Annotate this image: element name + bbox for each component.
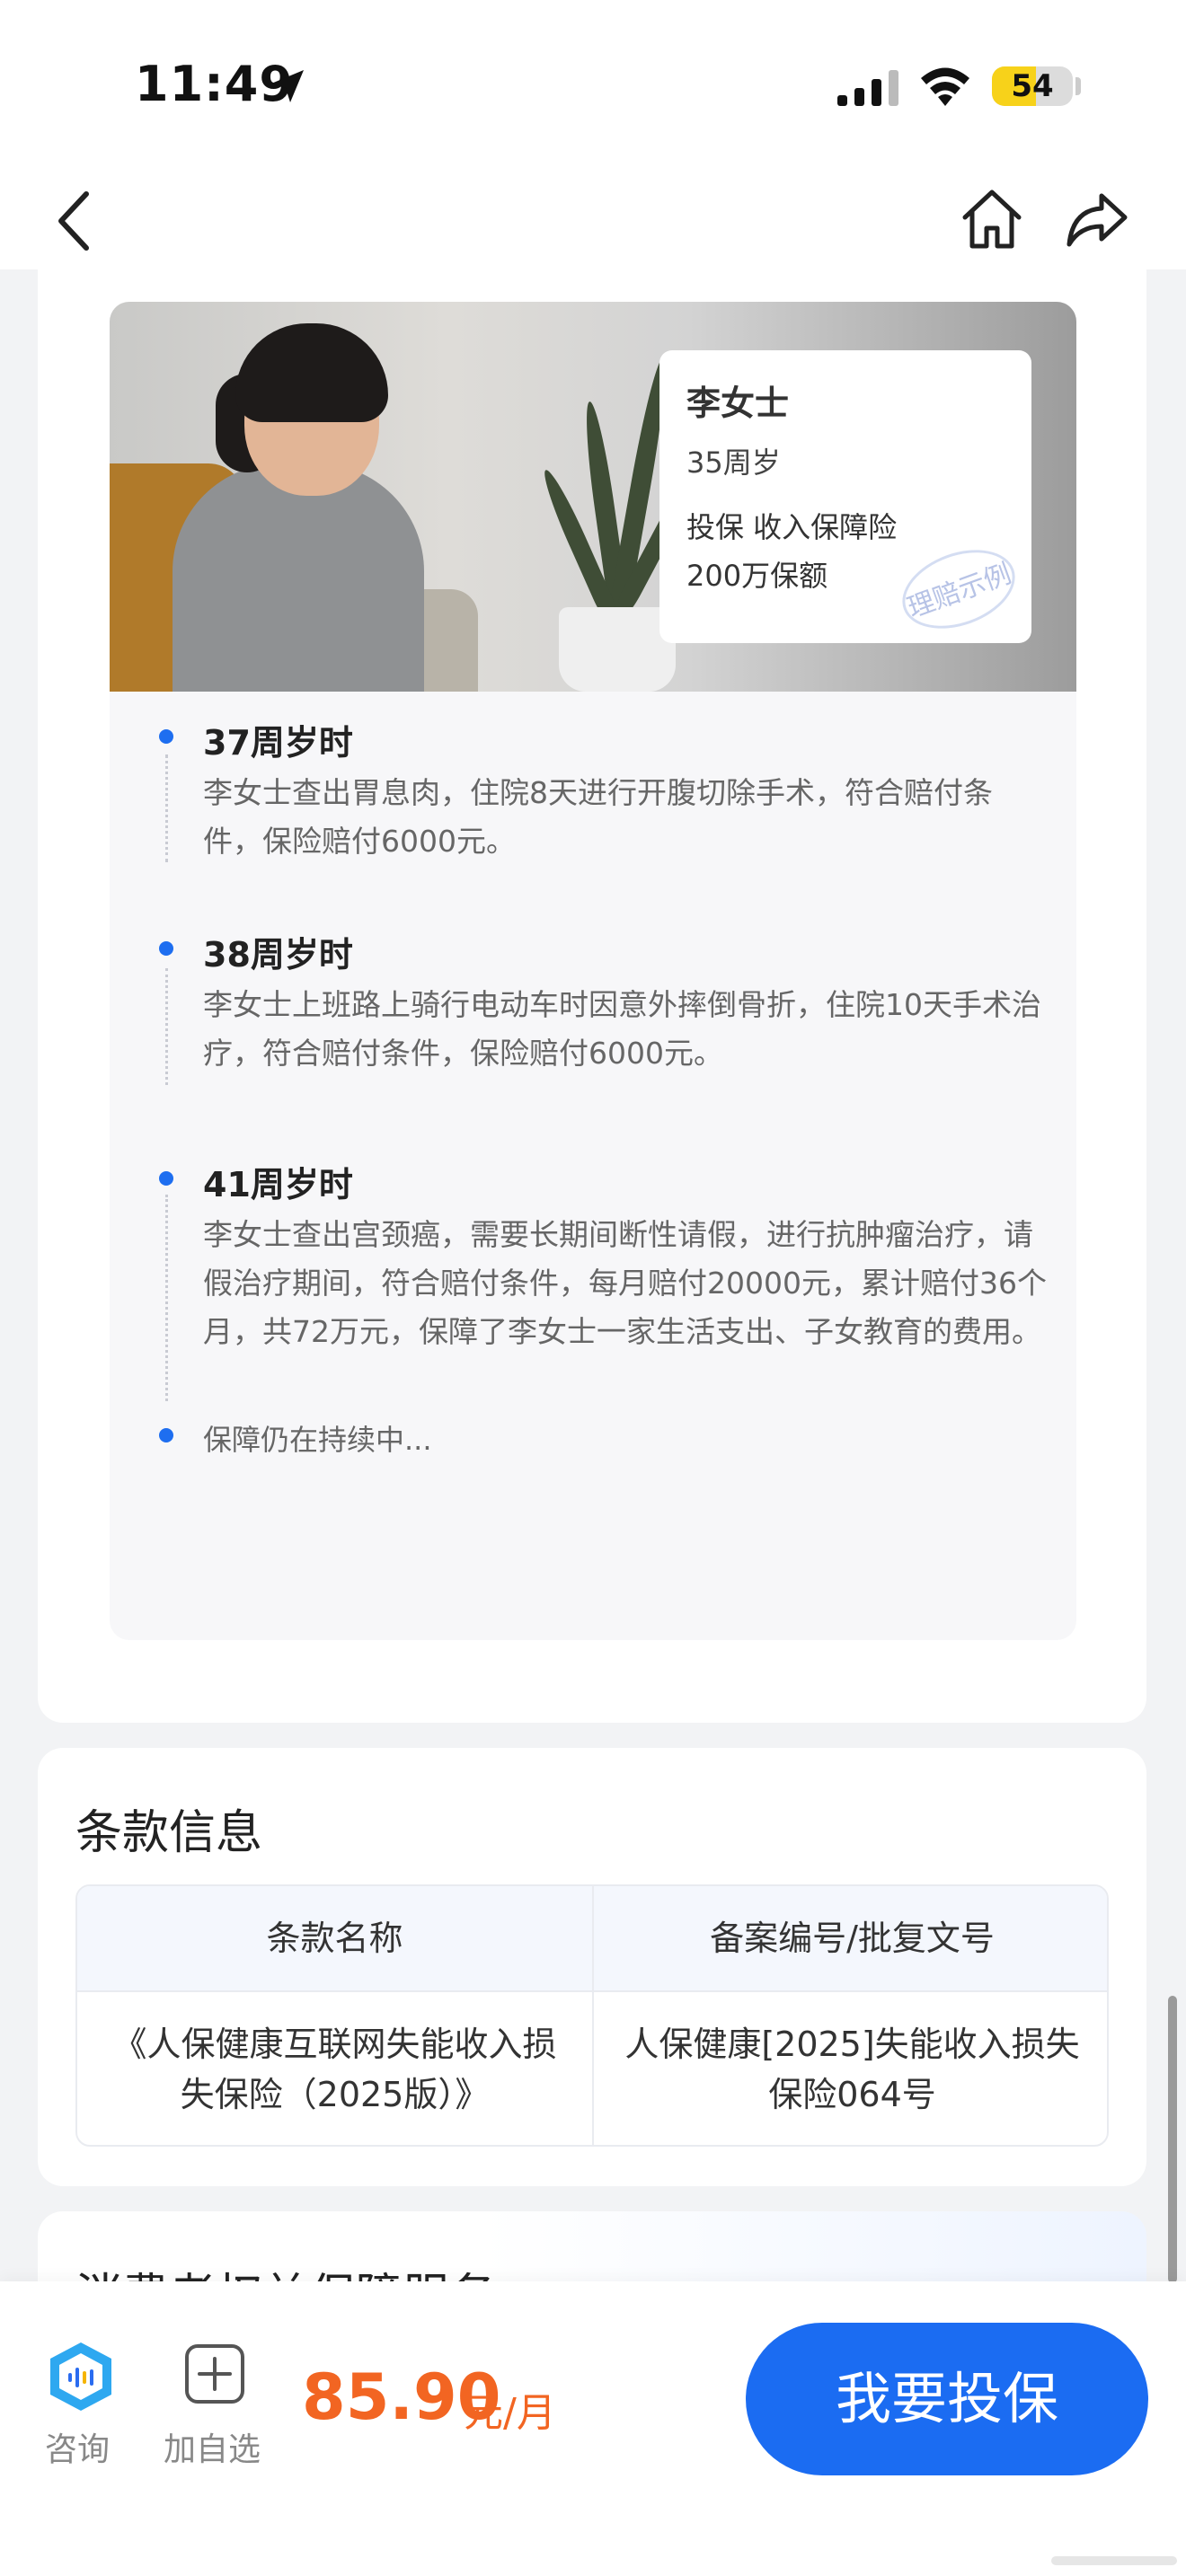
scrollbar[interactable] — [1168, 1996, 1177, 2283]
price-unit: 元/月 — [464, 2390, 556, 2436]
timeline-item-desc: 李女士查出胃息肉，住院8天进行开腹切除手术，符合赔付条件，保险赔付6000元。 — [203, 775, 993, 859]
consult-label[interactable]: 咨询 — [45, 2423, 110, 2470]
claim-example-stamp: 理赔示例 — [891, 535, 1026, 643]
timeline-item-title: 41周岁时 — [203, 1165, 353, 1204]
add-watch-icon[interactable] — [183, 2342, 246, 2405]
customer-coverage-amount: 200万保额 — [686, 559, 828, 593]
customer-product: 投保 收入保障险 — [686, 510, 898, 544]
terms-card: 条款信息 条款名称 备案编号/批复文号 《人保健康互联网失能收入损失保险（202… — [38, 1748, 1146, 2186]
table-divider — [592, 1886, 594, 2145]
timeline-dot — [159, 1171, 173, 1186]
signal-icon — [837, 70, 898, 106]
terms-header-name: 条款名称 — [77, 1886, 592, 1990]
customer-info-box: 李女士 35周岁 投保 收入保障险 200万保额 理赔示例 — [659, 350, 1031, 643]
add-watch-label[interactable]: 加自选 — [164, 2423, 261, 2470]
battery-indicator: 54 — [992, 66, 1073, 106]
buy-insurance-button[interactable]: 我要投保 — [746, 2323, 1148, 2475]
timeline-dot — [159, 1428, 173, 1442]
home-indicator — [1051, 2556, 1177, 2565]
home-icon[interactable] — [958, 185, 1026, 253]
timeline-item-title: 38周岁时 — [203, 935, 353, 975]
consult-icon[interactable] — [43, 2339, 119, 2414]
timeline-ongoing-text: 保障仍在持续中... — [203, 1423, 432, 1457]
timeline-connector — [165, 1195, 168, 1401]
timeline-dot — [159, 729, 173, 744]
timeline-item-desc: 李女士查出宫颈癌，需要长期间断性请假，进行抗肿瘤治疗，请假治疗期间，符合赔付条件… — [203, 1217, 1047, 1349]
bottom-action-bar: 咨询 加自选 85.90 元/月 我要投保 — [0, 2281, 1186, 2576]
timeline-connector — [165, 968, 168, 1085]
claim-example-card: 李女士 35周岁 投保 收入保障险 200万保额 理赔示例 37周岁时 李女士查… — [38, 269, 1146, 1723]
claim-example-photo: 李女士 35周岁 投保 收入保障险 200万保额 理赔示例 — [110, 302, 1076, 692]
terms-header-filing: 备案编号/批复文号 — [594, 1886, 1107, 1990]
wifi-icon — [921, 67, 969, 106]
timeline-item-desc: 李女士上班路上骑行电动车时因意外摔倒骨折，住院10天手术治疗，符合赔付条件，保险… — [203, 987, 1041, 1071]
customer-name: 李女士 — [686, 384, 790, 423]
terms-table: 条款名称 备案编号/批复文号 《人保健康互联网失能收入损失保险（2025版）》 … — [75, 1884, 1109, 2147]
photo-person-body — [173, 463, 424, 692]
table-divider — [77, 1990, 1107, 1992]
timeline-item-title: 37周岁时 — [203, 723, 353, 763]
timeline-dot — [159, 941, 173, 956]
photo-plant-pot — [559, 607, 676, 692]
photo-person-hair — [235, 323, 388, 422]
customer-age: 35周岁 — [686, 446, 781, 480]
timeline-connector — [165, 754, 168, 862]
claim-example-panel: 李女士 35周岁 投保 收入保障险 200万保额 理赔示例 37周岁时 李女士查… — [110, 302, 1076, 1640]
battery-percent: 54 — [1011, 68, 1054, 104]
location-arrow-icon — [271, 70, 304, 102]
status-bar: 11:49 54 — [0, 0, 1186, 171]
terms-cell-name[interactable]: 《人保健康互联网失能收入损失保险（2025版）》 — [77, 1990, 592, 2145]
terms-title: 条款信息 — [75, 1806, 263, 1860]
back-icon[interactable] — [50, 189, 97, 253]
terms-cell-filing: 人保健康[2025]失能收入损失保险064号 — [624, 2025, 1080, 2114]
battery-tip — [1075, 77, 1081, 95]
share-icon[interactable] — [1064, 187, 1130, 251]
nav-bar — [0, 171, 1186, 269]
